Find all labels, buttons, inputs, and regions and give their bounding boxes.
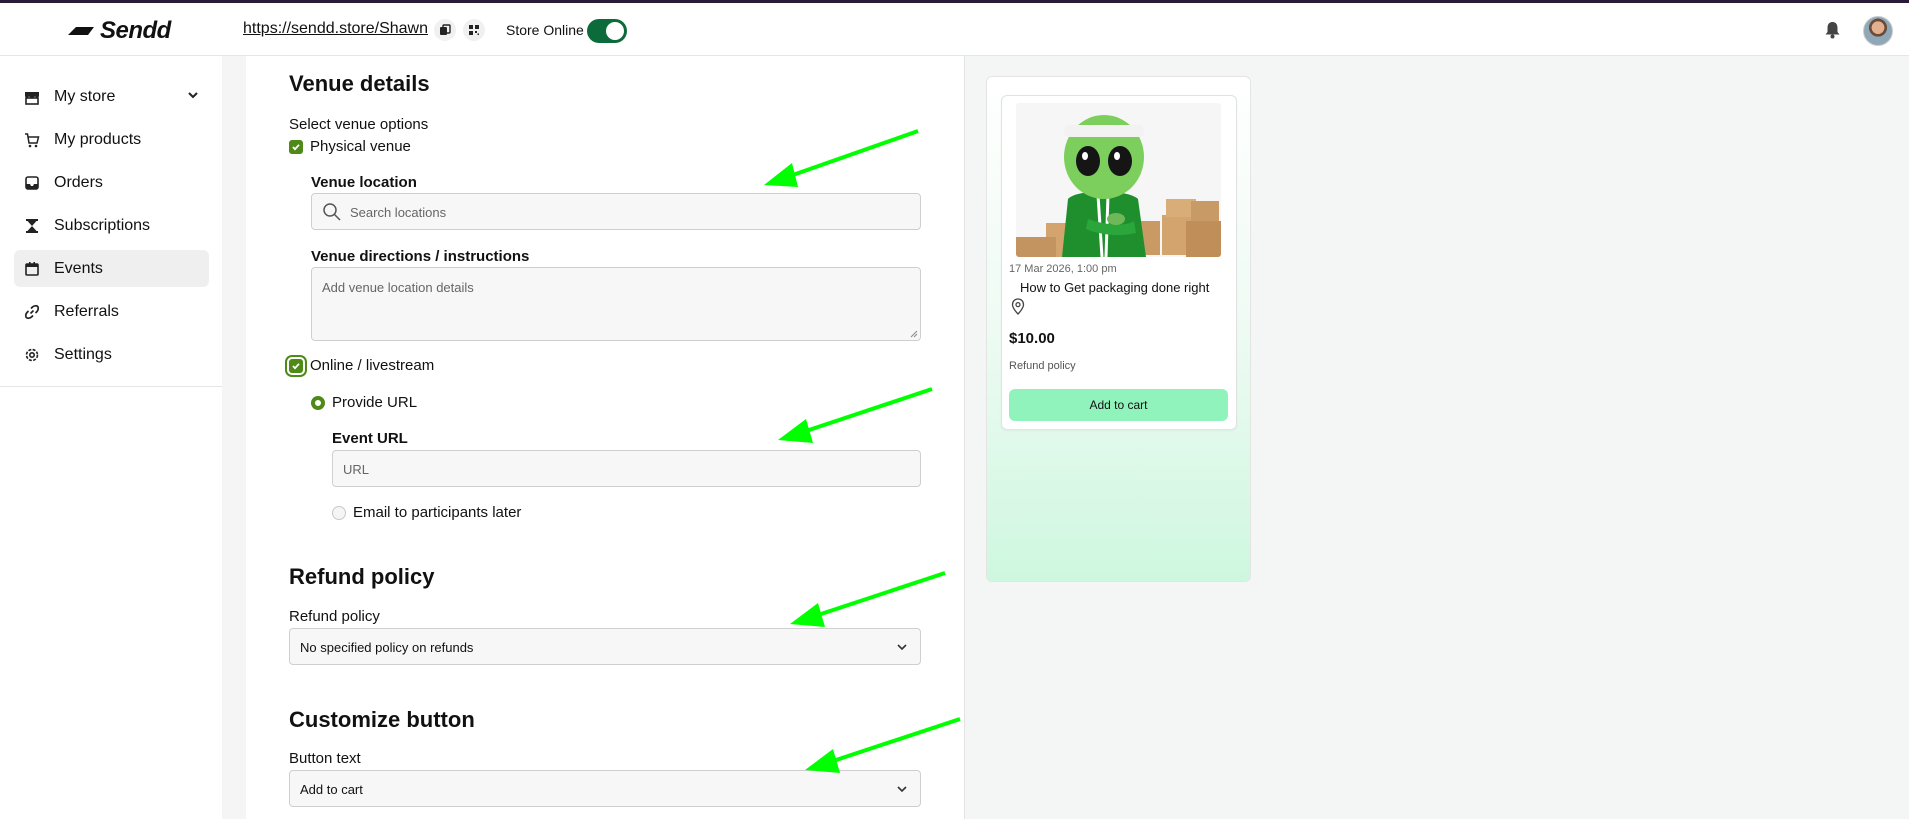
venue-options-label: Select venue options [289,116,429,133]
sidebar-item-subscriptions[interactable]: Subscriptions [14,207,209,244]
venue-location-input[interactable]: Search locations [311,193,921,230]
event-url-placeholder: URL [343,462,370,477]
search-icon [323,203,341,221]
customize-button-heading: Customize button [289,707,475,732]
calendar-icon [23,260,41,278]
button-text-label: Button text [289,750,361,767]
chevron-down-icon [897,644,907,651]
sidebar-item-label: Orders [54,173,103,191]
physical-venue-label: Physical venue [310,138,411,155]
button-text-value: Add to cart [300,782,363,797]
sidebar-item-label: Referrals [54,302,119,320]
location-pin-icon [1011,298,1025,315]
sidebar-item-label: My store [54,87,116,105]
sidebar-item-my-products[interactable]: My products [14,121,209,158]
link-icon [23,303,41,321]
sidebar-divider [0,386,222,387]
venue-location-label: Venue location [311,174,417,191]
event-price: $10.00 [1009,330,1055,347]
email-later-label: Email to participants later [353,504,522,521]
logo[interactable]: Sendd [66,17,171,45]
venue-directions-placeholder: Add venue location details [322,280,474,295]
store-online-label: Store Online [506,22,584,38]
venue-directions-label: Venue directions / instructions [311,248,530,265]
provide-url-radio[interactable] [311,396,325,410]
event-title: How to Get packaging done right [1020,280,1210,295]
add-to-cart-button[interactable]: Add to cart [1009,389,1228,421]
store-online-toggle[interactable] [587,19,627,43]
resize-handle-icon[interactable] [910,330,918,338]
online-livestream-label: Online / livestream [310,357,435,374]
sidebar-item-label: Subscriptions [54,216,151,234]
venue-directions-textarea[interactable]: Add venue location details [311,267,921,341]
avatar[interactable] [1863,16,1893,46]
physical-venue-checkbox[interactable] [289,140,303,154]
refund-policy-heading: Refund policy [289,564,435,589]
sidebar: My store My products Orders Subscription… [0,56,222,819]
logo-text: Sendd [100,17,171,44]
content-gutter [222,56,246,819]
sidebar-item-label: Settings [54,345,112,363]
event-url-label: Event URL [332,430,408,447]
event-date: 17 Mar 2026, 1:00 pm [1009,263,1117,275]
sidebar-item-label: Events [54,259,103,277]
sidebar-item-referrals[interactable]: Referrals [14,293,209,330]
hourglass-icon [23,217,41,235]
logo-mark-icon [68,27,94,35]
checkmark-icon [292,144,300,151]
email-later-radio[interactable] [332,506,346,520]
store-icon [23,88,41,106]
chevron-down-icon[interactable] [187,89,199,101]
top-bar: Sendd https://sendd.store/Shawn Store On… [0,0,1909,56]
sidebar-item-settings[interactable]: Settings [14,336,209,373]
event-image [1016,103,1221,257]
venue-location-placeholder: Search locations [350,205,447,220]
provide-url-label: Provide URL [332,394,418,411]
inbox-icon [23,174,41,192]
button-text-select[interactable]: Add to cart [289,770,921,807]
refund-policy-value: No specified policy on refunds [300,640,474,655]
event-url-input[interactable]: URL [332,450,921,487]
venue-details-heading: Venue details [289,71,430,96]
copy-icon[interactable] [434,19,456,41]
sidebar-item-label: My products [54,130,142,148]
checkmark-icon [292,363,300,370]
alien-packaging-illustration [1016,103,1221,257]
store-url-link[interactable]: https://sendd.store/Shawn [243,20,428,38]
refund-policy-label: Refund policy [289,608,380,625]
event-refund-policy-link[interactable]: Refund policy [1009,360,1076,372]
sidebar-item-events[interactable]: Events [14,250,209,287]
sidebar-item-orders[interactable]: Orders [14,164,209,201]
chevron-down-icon [897,786,907,793]
cart-icon [23,131,41,149]
bell-icon[interactable] [1824,21,1841,39]
online-livestream-checkbox[interactable] [289,359,303,373]
sidebar-item-my-store[interactable]: My store [14,78,209,115]
refund-policy-select[interactable]: No specified policy on refunds [289,628,921,665]
qr-code-icon[interactable] [463,19,485,41]
gear-icon [23,346,41,364]
